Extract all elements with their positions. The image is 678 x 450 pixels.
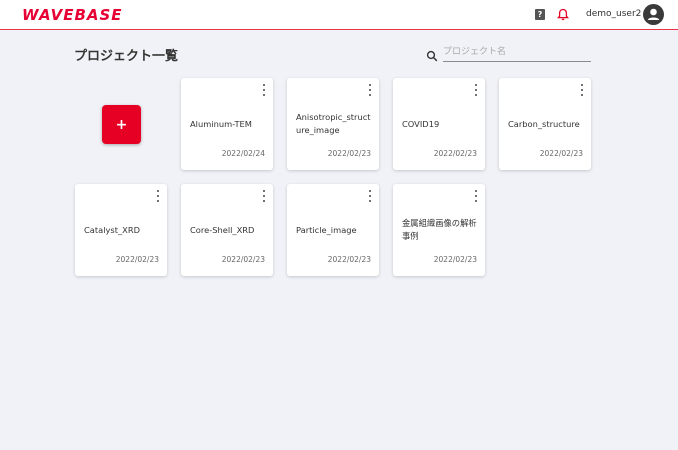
add-project-button[interactable]: + (102, 105, 141, 144)
project-date: 2022/02/23 (327, 149, 371, 158)
project-date: 2022/02/23 (539, 149, 583, 158)
app-logo[interactable]: WAVEBASE (22, 6, 123, 24)
project-date: 2022/02/23 (115, 255, 159, 264)
project-card[interactable]: 金属組織画像の解析事例 2022/02/23 (393, 184, 485, 276)
project-date: 2022/02/23 (433, 149, 477, 158)
project-date: 2022/02/24 (221, 149, 265, 158)
bell-icon[interactable] (557, 8, 569, 21)
project-card[interactable]: Aluminum-TEM 2022/02/24 (181, 78, 273, 170)
project-date: 2022/02/23 (433, 255, 477, 264)
project-date: 2022/02/23 (221, 255, 265, 264)
project-card[interactable]: Catalyst_XRD 2022/02/23 (75, 184, 167, 276)
username-label[interactable]: demo_user2 (586, 9, 641, 19)
project-search-input[interactable] (443, 45, 591, 62)
project-card[interactable]: Carbon_structure 2022/02/23 (499, 78, 591, 170)
avatar-icon[interactable] (643, 4, 664, 25)
project-card[interactable]: Core-Shell_XRD 2022/02/23 (181, 184, 273, 276)
page-title: プロジェクト一覧 (74, 49, 179, 64)
project-card[interactable]: COVID19 2022/02/23 (393, 78, 485, 170)
project-card[interactable]: Anisotropic_structure_image 2022/02/23 (287, 78, 379, 170)
project-date: 2022/02/23 (327, 255, 371, 264)
help-icon[interactable]: ? (535, 9, 545, 20)
project-card[interactable]: Particle_image 2022/02/23 (287, 184, 379, 276)
search-icon (426, 50, 438, 62)
top-app-bar: WAVEBASE ? demo_user2 (0, 0, 678, 30)
